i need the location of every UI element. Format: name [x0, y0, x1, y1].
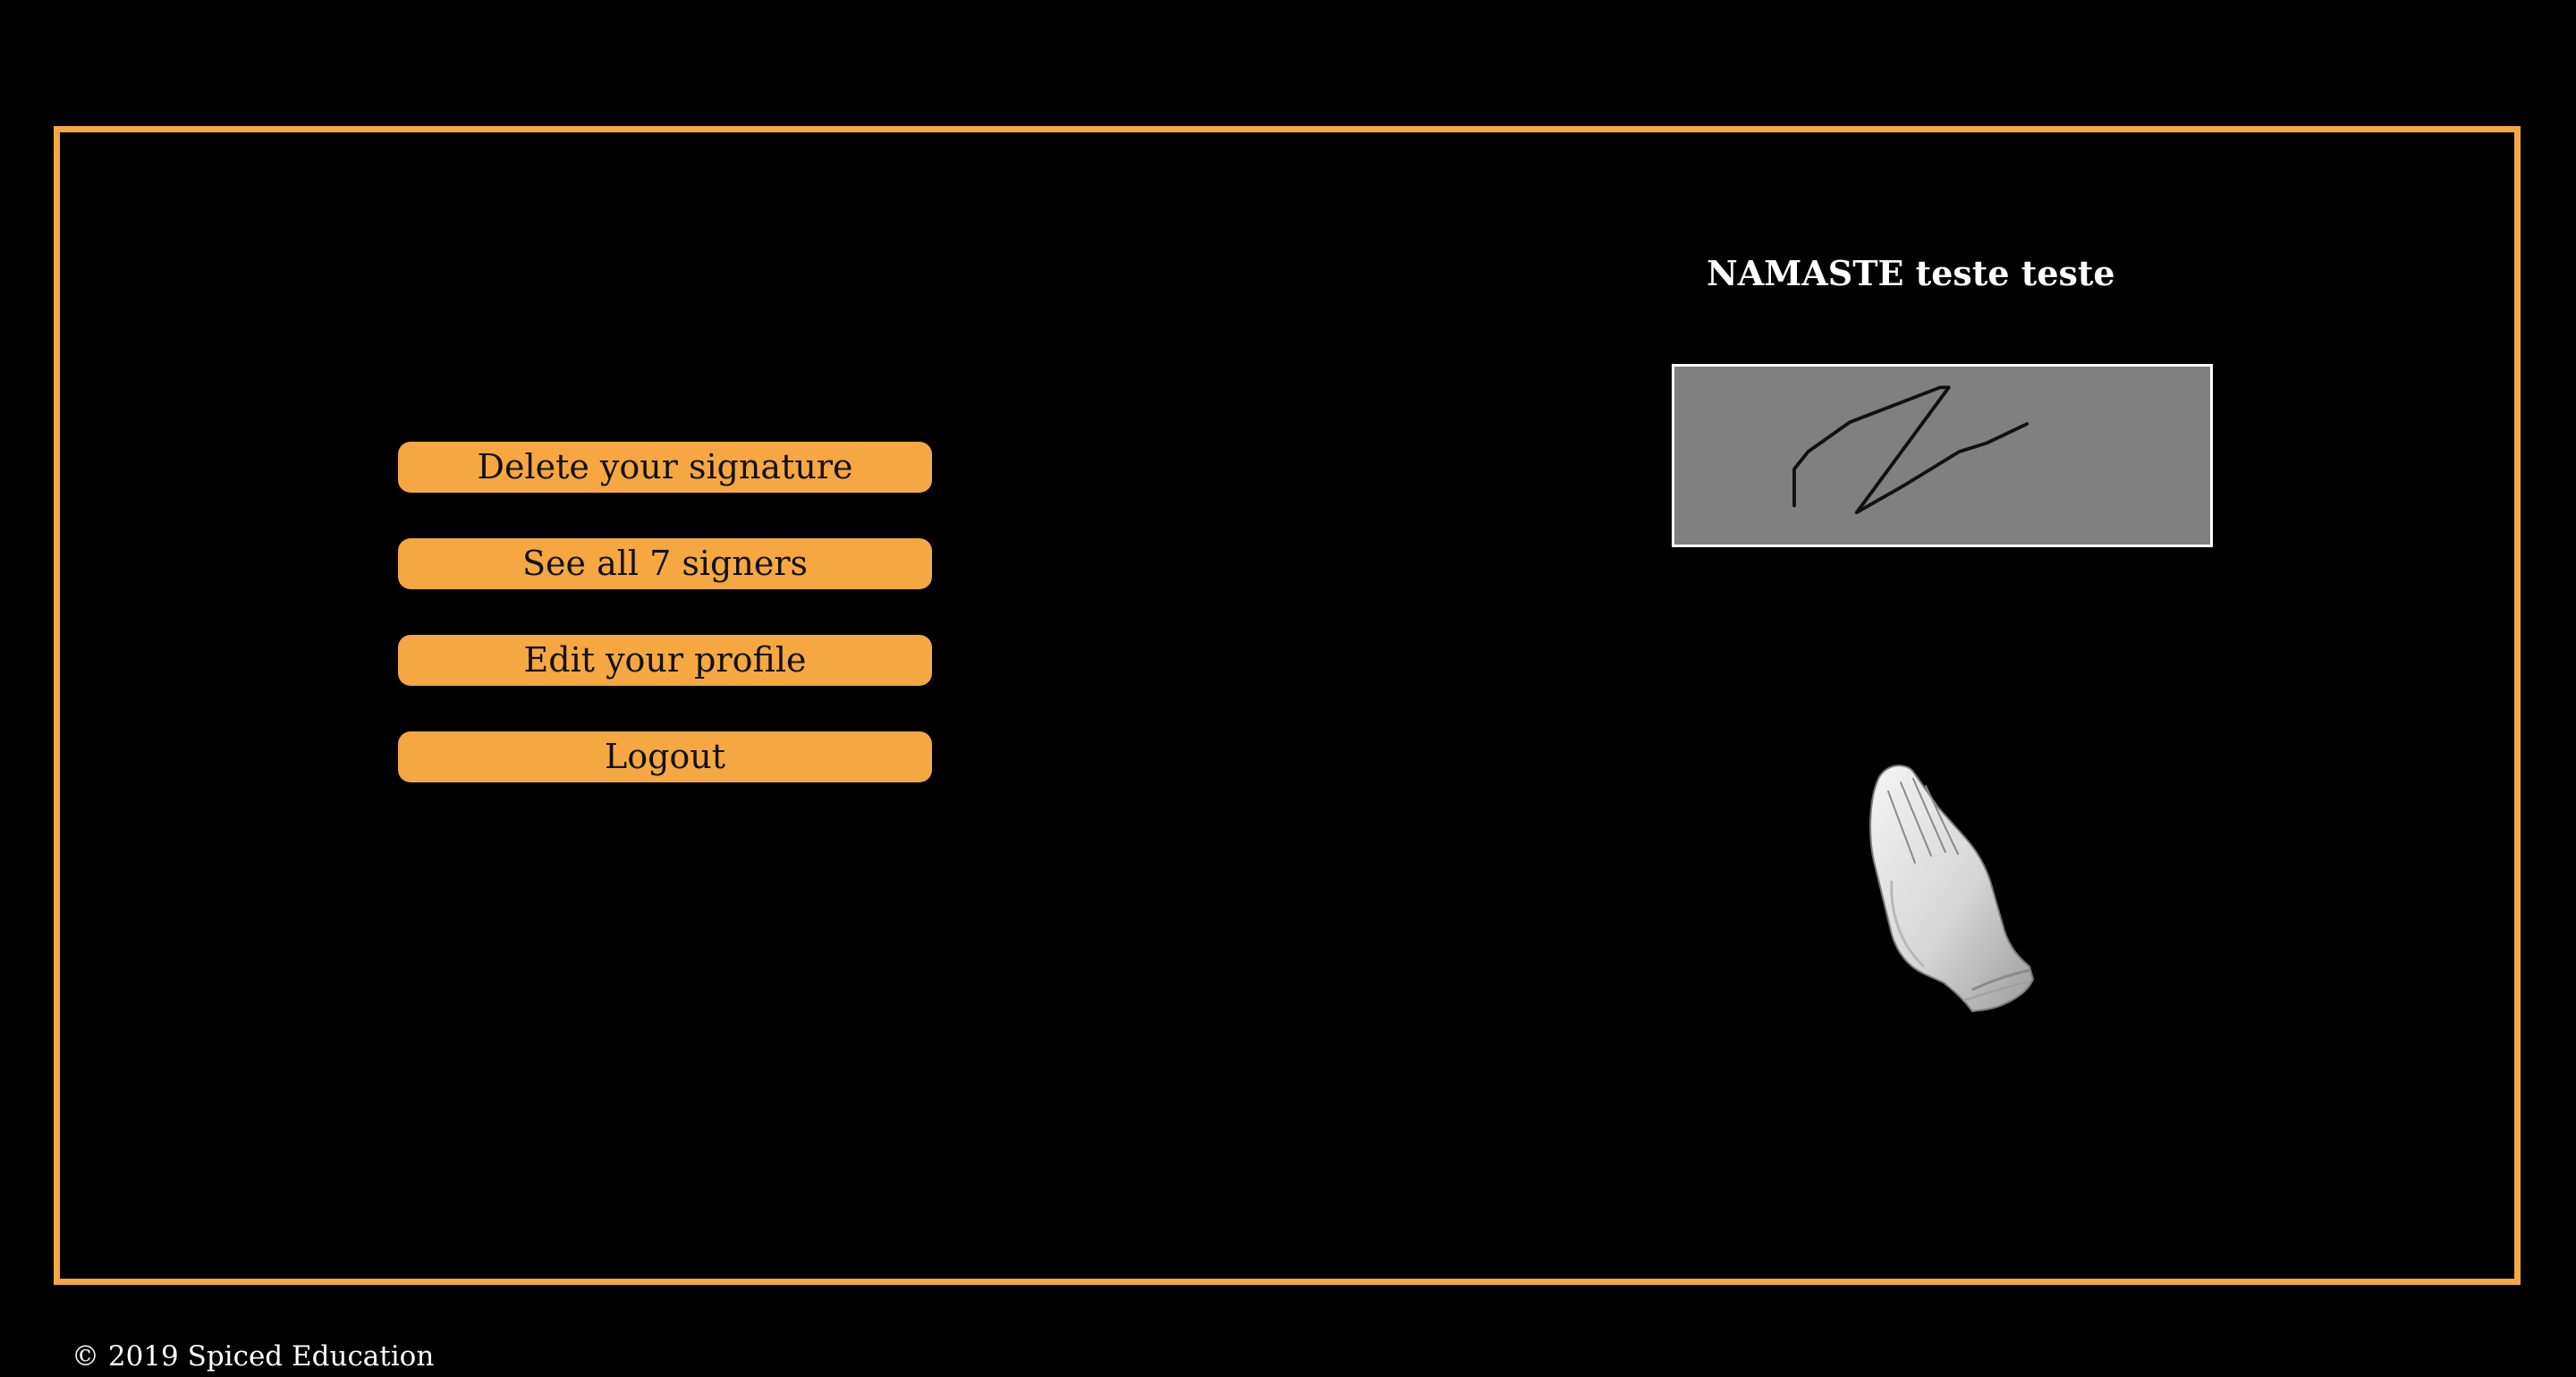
praying-hands-icon [1838, 756, 2053, 1015]
edit-profile-button[interactable]: Edit your profile [398, 635, 932, 686]
signature-image [1672, 364, 2213, 547]
see-all-signers-button[interactable]: See all 7 signers [398, 538, 932, 589]
logout-button[interactable]: Logout [398, 731, 932, 782]
copyright-footer: © 2019 Spiced Education [72, 1340, 435, 1373]
greeting-heading: NAMASTE teste teste [1707, 253, 2115, 293]
action-menu: Delete your signature See all 7 signers … [398, 442, 932, 828]
signature-drawing [1792, 385, 2029, 515]
delete-signature-button[interactable]: Delete your signature [398, 442, 932, 493]
